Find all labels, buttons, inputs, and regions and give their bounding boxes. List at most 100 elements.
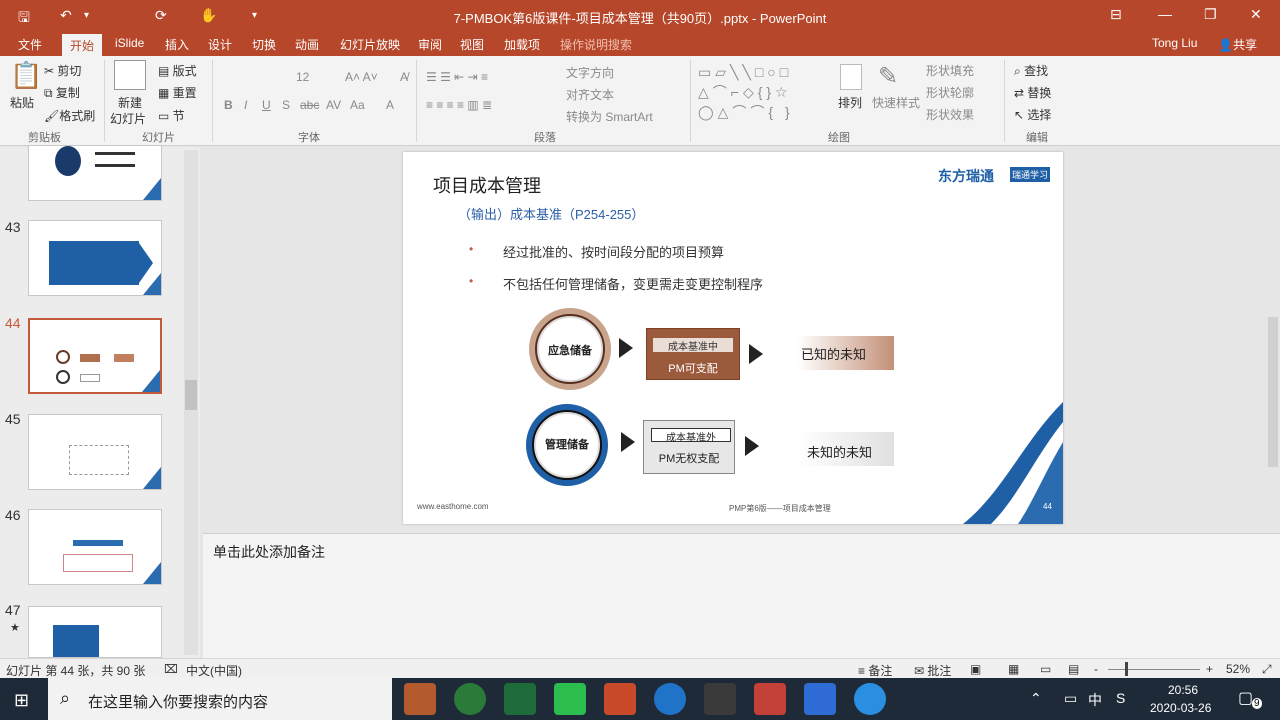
notes-pane[interactable]: 单击此处添加备注: [203, 533, 1280, 658]
select-button[interactable]: ↖ 选择: [1014, 106, 1051, 123]
share-button[interactable]: 👤共享: [1218, 36, 1257, 53]
font-grow-icon[interactable]: A˄ A˅: [345, 70, 378, 84]
tab-insert[interactable]: 插入: [165, 36, 189, 53]
text-direction-button[interactable]: 文字方向: [566, 64, 614, 81]
slide-canvas[interactable]: 项目成本管理 （输出）成本基准（P254-255） 东方瑞通 瑞通学习 • 经过…: [403, 152, 1063, 524]
spellcheck-icon[interactable]: ⌧: [164, 662, 178, 676]
zoom-slider[interactable]: [1108, 669, 1200, 670]
arrange-icon[interactable]: [840, 64, 862, 90]
camtasia-icon[interactable]: [704, 683, 736, 715]
ime-indicator[interactable]: 中: [1088, 690, 1102, 710]
tab-transitions[interactable]: 切换: [252, 36, 276, 53]
taskbar-search[interactable]: ⌕ 在这里输入你要搜索的内容: [48, 678, 392, 720]
excel-icon[interactable]: [504, 683, 536, 715]
notification-center-icon[interactable]: ▢: [1238, 688, 1253, 708]
zoom-in-button[interactable]: +: [1206, 662, 1213, 676]
minimize-icon[interactable]: —: [1158, 6, 1172, 22]
cut-button[interactable]: ✂ 剪切: [44, 62, 81, 79]
notes-toggle[interactable]: ≡ 备注: [858, 662, 892, 679]
tab-review[interactable]: 审阅: [418, 36, 442, 53]
chrome-icon[interactable]: [454, 683, 486, 715]
shadow-icon[interactable]: S: [282, 98, 290, 112]
find-button[interactable]: ⌕ 查找: [1014, 62, 1048, 79]
format-painter-button[interactable]: 🖌格式刷: [44, 107, 95, 124]
quick-styles-button[interactable]: 快速样式: [872, 94, 920, 111]
clock-time[interactable]: 20:56: [1168, 683, 1198, 697]
font-size-box[interactable]: 12: [296, 70, 309, 84]
music-icon[interactable]: [854, 683, 886, 715]
zoom-out-button[interactable]: -: [1094, 662, 1098, 676]
copy-button[interactable]: ⧉ 复制: [44, 84, 80, 101]
new-slide-icon[interactable]: [114, 60, 146, 90]
layout-button[interactable]: ▤ 版式: [158, 62, 197, 79]
clock-date[interactable]: 2020-03-26: [1150, 701, 1211, 715]
scrollbar-thumb[interactable]: [185, 380, 197, 410]
italic-icon[interactable]: I: [244, 98, 247, 112]
wechat-icon[interactable]: [554, 683, 586, 715]
windows-start-icon[interactable]: ⊞: [14, 690, 29, 711]
tab-islide[interactable]: iSlide: [115, 36, 144, 50]
slide-thumbnail[interactable]: [28, 509, 162, 585]
arrange-button[interactable]: 排列: [838, 94, 862, 111]
char-spacing-icon[interactable]: AV: [326, 98, 341, 112]
section-button[interactable]: ▭ 节: [158, 107, 185, 124]
slide-thumbnail[interactable]: [28, 414, 162, 490]
shape-fill-button[interactable]: 形状填充: [926, 62, 974, 79]
clear-format-icon[interactable]: A̸: [400, 70, 408, 84]
align-icons[interactable]: ≡ ≡ ≡ ≡ ▥ ≣: [426, 98, 492, 112]
editor-app-icon[interactable]: [804, 683, 836, 715]
recorder-icon[interactable]: [754, 683, 786, 715]
replace-button[interactable]: ⇄ 替换: [1014, 84, 1051, 101]
sogou-icon[interactable]: S: [1116, 690, 1125, 706]
tab-addins[interactable]: 加载项: [504, 36, 540, 53]
shape-outline-button[interactable]: 形状轮廓: [926, 84, 974, 101]
zoom-slider-thumb[interactable]: [1125, 662, 1128, 676]
edge-icon[interactable]: [654, 683, 686, 715]
reading-view-icon[interactable]: ▭: [1040, 662, 1051, 676]
paste-icon[interactable]: 📋: [10, 60, 42, 91]
comments-toggle[interactable]: ✉ 批注: [914, 662, 951, 679]
slide-thumbnail-selected[interactable]: [28, 318, 162, 394]
smartart-button[interactable]: 转换为 SmartArt: [566, 108, 653, 125]
quick-styles-icon[interactable]: ✎: [878, 62, 898, 91]
slide-sorter-icon[interactable]: ▦: [1008, 662, 1019, 676]
shapes-gallery[interactable]: ▭▱╲╲□○□ △⌒⌐◇{}☆ ◯△⌒⌒{ }: [698, 62, 828, 122]
network-icon[interactable]: ▭: [1064, 690, 1077, 707]
tab-view[interactable]: 视图: [460, 36, 484, 53]
zoom-level[interactable]: 52%: [1226, 662, 1250, 676]
language-indicator[interactable]: 中文(中国): [186, 662, 242, 679]
tab-animations[interactable]: 动画: [295, 36, 319, 53]
normal-view-icon[interactable]: ▣: [970, 662, 981, 676]
close-icon[interactable]: ✕: [1250, 6, 1262, 23]
tray-chevron-icon[interactable]: ⌃: [1030, 690, 1042, 707]
bullets-icon[interactable]: ☰ ☰ ⇤ ⇥ ≡: [426, 70, 488, 84]
tab-file[interactable]: 文件: [18, 36, 42, 53]
underline-icon[interactable]: U: [262, 98, 271, 112]
change-case-icon[interactable]: Aa: [350, 98, 365, 112]
slide-thumbnail[interactable]: [28, 220, 162, 296]
reset-button[interactable]: ▦ 重置: [158, 84, 197, 101]
tab-home[interactable]: 开始: [62, 34, 103, 56]
new-slide-label[interactable]: 幻灯片: [110, 110, 146, 127]
slide-thumbnail[interactable]: [28, 145, 162, 201]
slideshow-icon[interactable]: ▤: [1068, 662, 1079, 676]
user-name[interactable]: Tong Liu: [1152, 36, 1197, 50]
notes-placeholder[interactable]: 单击此处添加备注: [213, 542, 325, 562]
maximize-icon[interactable]: ❐: [1204, 6, 1217, 23]
bold-icon[interactable]: B: [224, 98, 233, 112]
fit-to-window-icon[interactable]: ⤢: [1262, 662, 1272, 677]
font-color-icon[interactable]: A: [386, 98, 394, 112]
tab-slideshow[interactable]: 幻灯片放映: [340, 36, 400, 53]
strikethrough-icon[interactable]: abc: [300, 98, 319, 112]
thumbnail-scrollbar[interactable]: [184, 150, 198, 655]
align-text-button[interactable]: 对齐文本: [566, 86, 614, 103]
paste-button[interactable]: 粘贴: [10, 94, 34, 111]
editor-scrollbar[interactable]: [1268, 317, 1278, 467]
slide-thumbnail[interactable]: [28, 606, 162, 658]
ribbon-display-icon[interactable]: ⊟: [1110, 6, 1122, 23]
powerpoint-icon[interactable]: [604, 683, 636, 715]
shape-effects-button[interactable]: 形状效果: [926, 106, 974, 123]
tell-me-search[interactable]: 操作说明搜索: [560, 36, 632, 53]
new-slide-button[interactable]: 新建: [118, 94, 142, 111]
file-explorer-icon[interactable]: [404, 683, 436, 715]
